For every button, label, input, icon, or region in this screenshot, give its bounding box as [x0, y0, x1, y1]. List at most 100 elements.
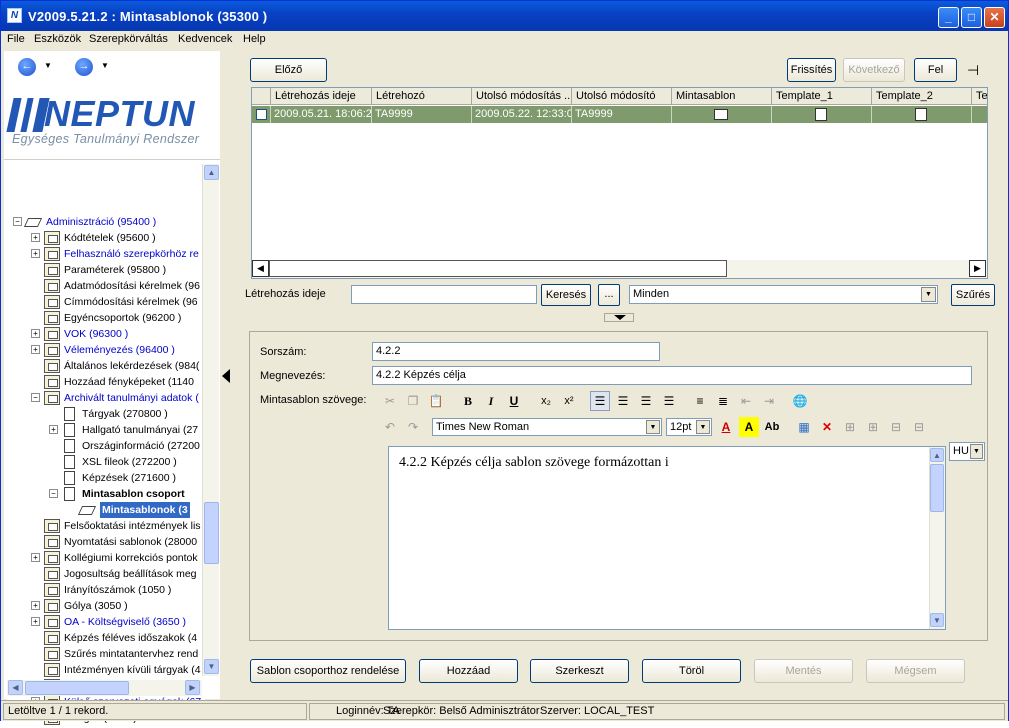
tree-item[interactable]: Hozzáad fényképeket (1140 — [7, 374, 205, 390]
align-right-icon[interactable]: ☰ — [636, 391, 656, 411]
font-color-icon[interactable]: A — [716, 417, 736, 437]
grid-scroll-left-icon[interactable]: ◀ — [252, 260, 269, 277]
tree-item[interactable]: Adatmódosítási kérelmek (96 — [7, 278, 205, 294]
save-button[interactable]: Mentés — [754, 659, 853, 683]
tree-item[interactable]: Irányítószámok (1050 ) — [7, 582, 205, 598]
tree-item[interactable]: Szűrés mintatantervhez rend — [7, 646, 205, 662]
clear-format-icon[interactable]: Ab — [762, 417, 782, 437]
scroll-right-icon[interactable]: ▶ — [185, 680, 200, 695]
tree-item[interactable]: Egyéncsoportok (96200 ) — [7, 310, 205, 326]
hyperlink-icon[interactable]: 🌐 — [790, 391, 810, 411]
paste-icon[interactable]: 📋 — [426, 391, 446, 411]
align-left-icon[interactable]: ☰ — [590, 391, 610, 411]
superscript-icon[interactable]: x² — [559, 391, 579, 411]
grid-scroll-right-icon[interactable]: ▶ — [969, 260, 986, 277]
up-button[interactable]: Fel — [914, 58, 957, 82]
col-mintasablon[interactable]: Mintasablon — [672, 88, 772, 104]
tree-item[interactable]: Címmódosítási kérelmek (96 — [7, 294, 205, 310]
col-utolso-modositas[interactable]: Utolsó módosítás ... — [472, 88, 572, 104]
col-template-1[interactable]: Template_1 — [772, 88, 872, 104]
tree-item[interactable]: − Adminisztráció (95400 ) — [7, 214, 205, 230]
pane-splitter[interactable] — [220, 51, 232, 699]
tree-item[interactable]: − Archivált tanulmányi adatok ( — [7, 390, 205, 406]
search-button[interactable]: Keresés — [541, 284, 591, 306]
tree-horizontal-scrollbar[interactable]: ◀ ▶ — [7, 680, 202, 696]
expand-icon[interactable]: + — [31, 329, 40, 338]
header-select-cell[interactable] — [252, 88, 271, 104]
tree-item[interactable]: + Kollégiumi korrekciós pontok — [7, 550, 205, 566]
delete-button[interactable]: Töröl — [642, 659, 741, 683]
outdent-icon[interactable]: ⇤ — [736, 391, 756, 411]
grid-horizontal-scrollbar[interactable]: ◀ ▶ — [252, 260, 987, 278]
next-button[interactable]: Következő — [843, 58, 905, 82]
split-cells-icon[interactable]: ⊟ — [909, 417, 929, 437]
tree-scroll-thumb[interactable] — [204, 502, 219, 564]
row-checkbox[interactable] — [252, 106, 271, 123]
tree-item[interactable]: + Felhasználó szerepkörhöz re — [7, 246, 205, 262]
editor-scroll-down-icon[interactable]: ▼ — [930, 613, 944, 627]
tree-item[interactable]: Tárgyak (270800 ) — [7, 406, 205, 422]
indent-icon[interactable]: ⇥ — [759, 391, 779, 411]
tree-item[interactable]: + Hallgató tanulmányai (27 — [7, 422, 205, 438]
expand-icon[interactable]: + — [31, 553, 40, 562]
insert-column-icon[interactable]: ⊞ — [863, 417, 883, 437]
menu-kedvencek[interactable]: Kedvencek — [178, 33, 232, 45]
col-template-2[interactable]: Template_2 — [872, 88, 972, 104]
sorszam-field[interactable]: 4.2.2 — [372, 342, 660, 361]
filter-date-input[interactable] — [351, 285, 537, 304]
tree-item[interactable]: Intézményen kívüli tárgyak (4 — [7, 662, 205, 678]
undo-icon[interactable]: ↶ — [380, 417, 400, 437]
collapse-left-icon[interactable] — [222, 369, 230, 383]
tree-item[interactable]: Paraméterek (95800 ) — [7, 262, 205, 278]
megnevezes-field[interactable]: 4.2.2 Képzés célja — [372, 366, 972, 385]
bullet-list-icon[interactable]: ≣ — [713, 391, 733, 411]
expand-icon[interactable]: + — [31, 601, 40, 610]
collapse-icon[interactable]: − — [13, 217, 22, 226]
tree-item[interactable]: − Mintasablon csoport — [7, 486, 205, 502]
tree-vertical-scrollbar[interactable]: ▲ ▼ — [202, 164, 219, 676]
table-row[interactable]: 2009.05.21. 18:06:2 TA9999 2009.05.22. 1… — [252, 106, 987, 123]
font-family-select[interactable]: Times New Roman ▼ — [432, 418, 662, 436]
tree-item[interactable]: Általános lekérdezések (984( — [7, 358, 205, 374]
col-te[interactable]: Te — [972, 88, 987, 104]
scroll-up-icon[interactable]: ▲ — [204, 165, 219, 180]
template-document-icon[interactable] — [714, 109, 728, 120]
tree-item[interactable]: XSL fileok (272200 ) — [7, 454, 205, 470]
refresh-button[interactable]: Frissítés — [787, 58, 836, 82]
menu-eszkozok[interactable]: Eszközök — [34, 33, 81, 45]
subscript-icon[interactable]: x₂ — [536, 391, 556, 411]
language-dropdown-icon[interactable]: ▼ — [970, 444, 983, 459]
cut-icon[interactable]: ✂ — [380, 391, 400, 411]
maximize-button[interactable]: □ — [961, 7, 982, 28]
template-text-editor[interactable]: 4.2.2 Képzés célja sablon szövege formáz… — [388, 446, 946, 630]
assign-to-group-button[interactable]: Sablon csoporthoz rendelése — [250, 659, 406, 683]
close-button[interactable]: ✕ — [984, 7, 1005, 28]
highlight-color-icon[interactable]: A — [739, 417, 759, 437]
insert-row-icon[interactable]: ⊞ — [840, 417, 860, 437]
tree-item[interactable]: + Kódtételek (95600 ) — [7, 230, 205, 246]
pin-icon[interactable]: ⊣ — [967, 62, 979, 79]
forward-arrow-icon[interactable]: → — [75, 58, 93, 76]
col-letrehozas-ideje[interactable]: Létrehozás ideje — [271, 88, 372, 104]
menu-help[interactable]: Help — [243, 33, 266, 45]
italic-icon[interactable]: I — [481, 391, 501, 411]
ellipsis-button[interactable]: ... — [598, 284, 620, 306]
prev-button[interactable]: Előző — [250, 58, 327, 82]
grid-scroll-thumb[interactable] — [269, 260, 727, 277]
col-letrehozo[interactable]: Létrehozó — [372, 88, 472, 104]
template-1-file-icon[interactable] — [815, 108, 827, 121]
redo-icon[interactable]: ↷ — [403, 417, 423, 437]
editor-vertical-scrollbar[interactable]: ▲ ▼ — [929, 447, 945, 629]
editor-scroll-thumb[interactable] — [930, 464, 944, 512]
bold-icon[interactable]: B — [458, 391, 478, 411]
merge-cells-icon[interactable]: ⊟ — [886, 417, 906, 437]
minimize-button[interactable]: _ — [938, 7, 959, 28]
template-2-file-icon[interactable] — [915, 108, 927, 121]
cancel-button[interactable]: Mégsem — [866, 659, 965, 683]
tree-item[interactable]: Országinformáció (27200 — [7, 438, 205, 454]
cell-template-1[interactable] — [772, 106, 872, 123]
justify-icon[interactable]: ☰ — [659, 391, 679, 411]
expand-icon[interactable]: + — [31, 345, 40, 354]
editor-scroll-up-icon[interactable]: ▲ — [930, 448, 944, 462]
back-dropdown-icon[interactable]: ▼ — [44, 61, 52, 70]
